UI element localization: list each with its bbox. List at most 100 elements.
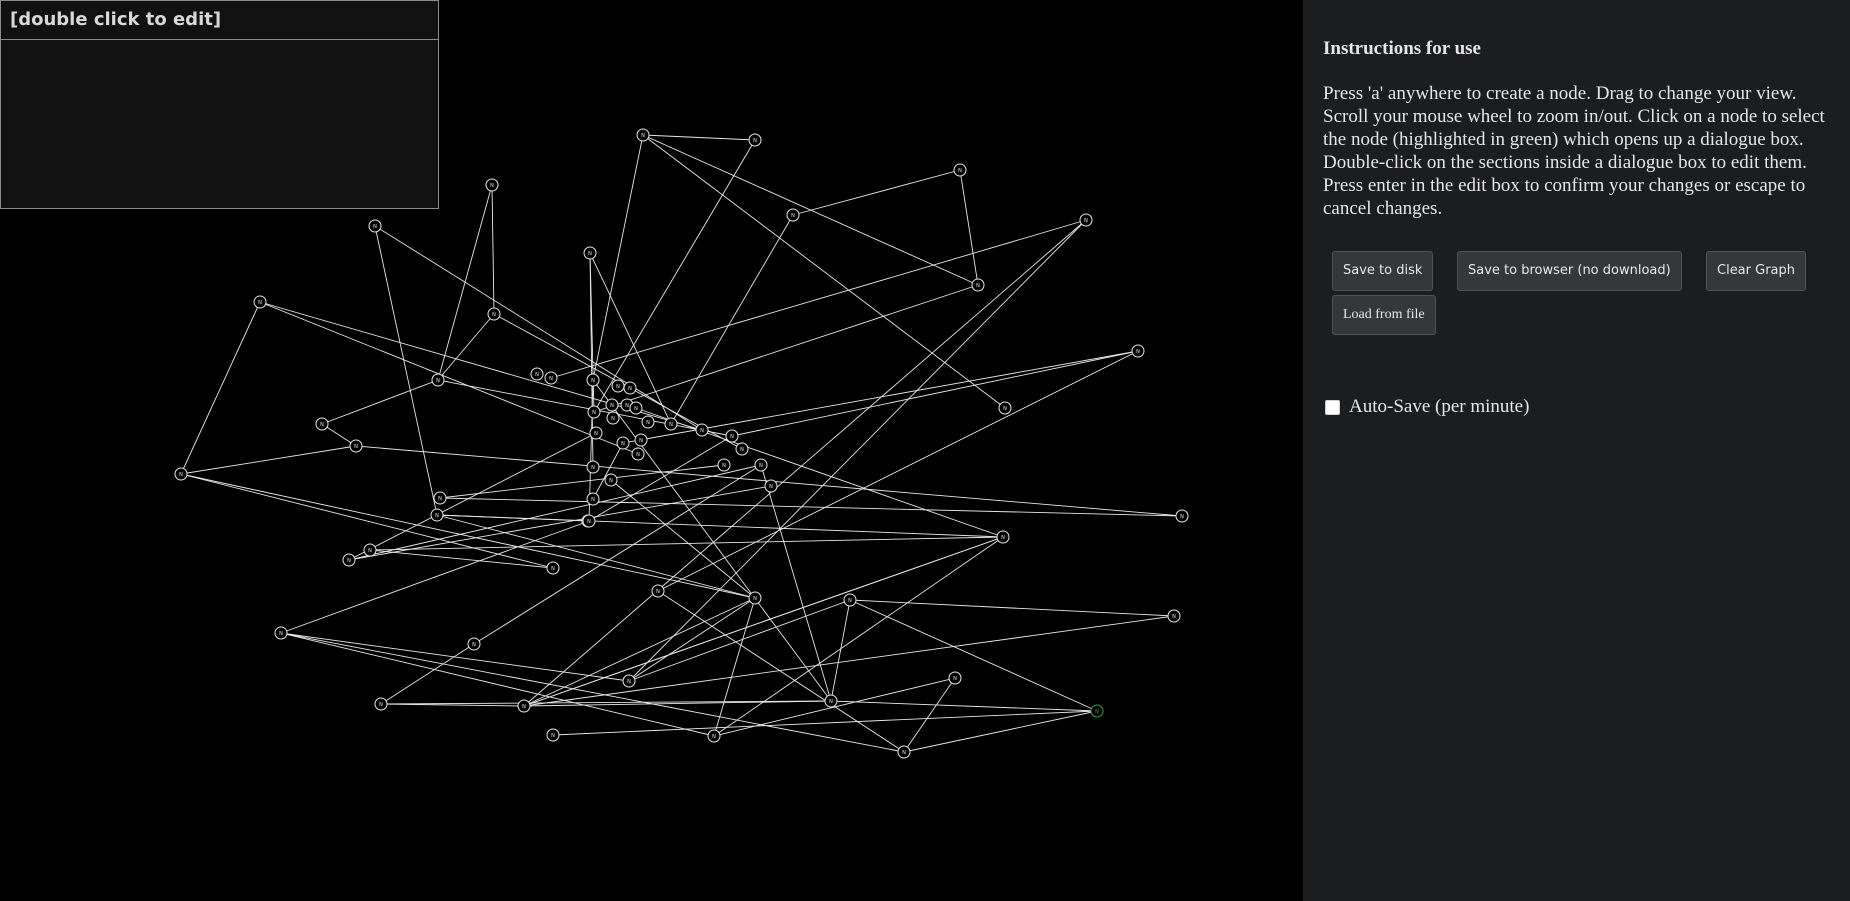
graph-edge — [713, 677, 956, 737]
node-label: N — [759, 463, 763, 469]
dialog-title[interactable]: [double click to edit] — [1, 1, 438, 40]
node-label: N — [379, 702, 383, 708]
save-to-browser-button[interactable]: Save to browser (no download) — [1457, 251, 1682, 291]
graph-node[interactable]: N — [368, 219, 382, 233]
graph-node[interactable]: N — [342, 553, 356, 567]
graph-node[interactable]: N — [274, 626, 288, 640]
node-label: N — [347, 558, 351, 564]
graph-node[interactable]: N — [616, 436, 630, 450]
graph-node[interactable]: N — [485, 178, 499, 192]
graph-node[interactable]: N — [717, 458, 731, 472]
graph-node[interactable]: N — [487, 307, 501, 321]
graph-node[interactable]: N — [253, 295, 267, 309]
graph-node[interactable]: N — [897, 745, 911, 759]
graph-edge — [731, 350, 1139, 437]
graph-node[interactable]: N — [1079, 213, 1093, 227]
graph-node[interactable]: N — [664, 417, 678, 431]
graph-edge — [635, 407, 1004, 538]
graph-node[interactable]: N — [651, 584, 665, 598]
graph-node[interactable]: N — [606, 411, 620, 425]
graph-node[interactable]: N — [843, 593, 857, 607]
dialog-body[interactable] — [1, 40, 438, 208]
graph-edge — [610, 479, 756, 599]
node-label: N — [279, 631, 283, 637]
graph-node[interactable]: N — [748, 591, 762, 605]
graph-node[interactable]: N — [971, 278, 985, 292]
graph-node[interactable]: N — [433, 491, 447, 505]
save-to-disk-button[interactable]: Save to disk — [1332, 251, 1434, 291]
graph-node[interactable]: N — [824, 694, 838, 708]
graph-node[interactable]: N — [622, 674, 636, 688]
graph-node[interactable]: N — [1131, 344, 1145, 358]
graph-node[interactable]: N — [754, 458, 768, 472]
graph-node[interactable]: N — [634, 433, 648, 447]
clear-graph-button[interactable]: Clear Graph — [1706, 251, 1807, 291]
graph-node[interactable]: N — [1175, 509, 1189, 523]
graph-node[interactable]: N — [174, 467, 188, 481]
autosave-toggle[interactable]: Auto-Save (per minute) — [1325, 396, 1529, 418]
node-label: N — [591, 497, 595, 503]
graph-edge — [592, 379, 832, 702]
graph-node[interactable]: N — [748, 133, 762, 147]
graph-node[interactable]: N — [589, 426, 603, 440]
graph-node[interactable]: N — [546, 728, 560, 742]
load-from-file-button[interactable]: Load from file — [1332, 295, 1436, 335]
graph-edge — [439, 464, 725, 499]
graph-node[interactable]: N — [374, 697, 388, 711]
graph-node[interactable]: N — [611, 379, 625, 393]
node-label: N — [700, 428, 704, 434]
graph-edge — [552, 710, 1098, 736]
graph-node[interactable]: N — [953, 163, 967, 177]
graph-node[interactable]: N — [948, 671, 962, 685]
graph-node[interactable]: N — [631, 447, 645, 461]
node-label: N — [609, 478, 613, 484]
graph-node[interactable]: N — [544, 371, 558, 385]
graph-node[interactable]: N — [582, 514, 596, 528]
graph-node[interactable]: N — [764, 479, 778, 493]
instructions-panel: Instructions for use Press 'a' anywhere … — [1303, 0, 1850, 901]
graph-edge — [830, 599, 851, 702]
graph-node[interactable]: N — [586, 492, 600, 506]
graph-node[interactable]: N — [725, 429, 739, 443]
graph-edge — [628, 219, 1087, 682]
graph-node[interactable]: N — [998, 401, 1012, 415]
graph-node[interactable]: N — [735, 442, 749, 456]
graph-node[interactable]: N — [641, 415, 655, 429]
graph-node[interactable]: N — [604, 473, 618, 487]
graph-edge — [830, 700, 1098, 712]
node-label: N — [611, 416, 615, 422]
graph-node[interactable]: N — [786, 208, 800, 222]
graph-node[interactable]: N — [1167, 609, 1181, 623]
graph-node[interactable]: N — [315, 417, 329, 431]
graph-node[interactable]: N — [583, 246, 597, 260]
graph-node[interactable]: N — [430, 508, 444, 522]
graph-node[interactable]: N — [349, 439, 363, 453]
graph-node[interactable]: N — [546, 561, 560, 575]
graph-node[interactable]: N — [623, 381, 637, 395]
graph-node[interactable]: N — [586, 373, 600, 387]
autosave-checkbox[interactable] — [1325, 399, 1340, 415]
graph-edge — [280, 632, 905, 753]
graph-node[interactable]: N — [431, 373, 445, 387]
node-label: N — [591, 465, 595, 471]
graph-node[interactable]: N — [586, 460, 600, 474]
graph-node[interactable]: N — [363, 543, 377, 557]
graph-node[interactable]: N — [996, 530, 1010, 544]
node-label: N — [1001, 535, 1005, 541]
graph-node[interactable]: N — [636, 128, 650, 142]
node-dialog[interactable]: [double click to edit] — [0, 0, 439, 209]
graph-edge — [473, 464, 762, 645]
graph-node[interactable]: N — [467, 637, 481, 651]
node-label: N — [179, 472, 183, 478]
graph-node[interactable]: N — [530, 367, 544, 381]
graph-edge — [713, 597, 756, 737]
node-label: N — [848, 598, 852, 604]
graph-node[interactable]: N — [629, 401, 643, 415]
graph-node[interactable]: N — [587, 405, 601, 419]
graph-node[interactable]: N — [707, 729, 721, 743]
graph-edge — [369, 536, 1004, 551]
graph-node-selected[interactable]: N — [1090, 704, 1104, 718]
graph-node[interactable]: N — [517, 699, 531, 713]
graph-node[interactable]: N — [605, 398, 619, 412]
graph-node[interactable]: N — [695, 423, 709, 437]
